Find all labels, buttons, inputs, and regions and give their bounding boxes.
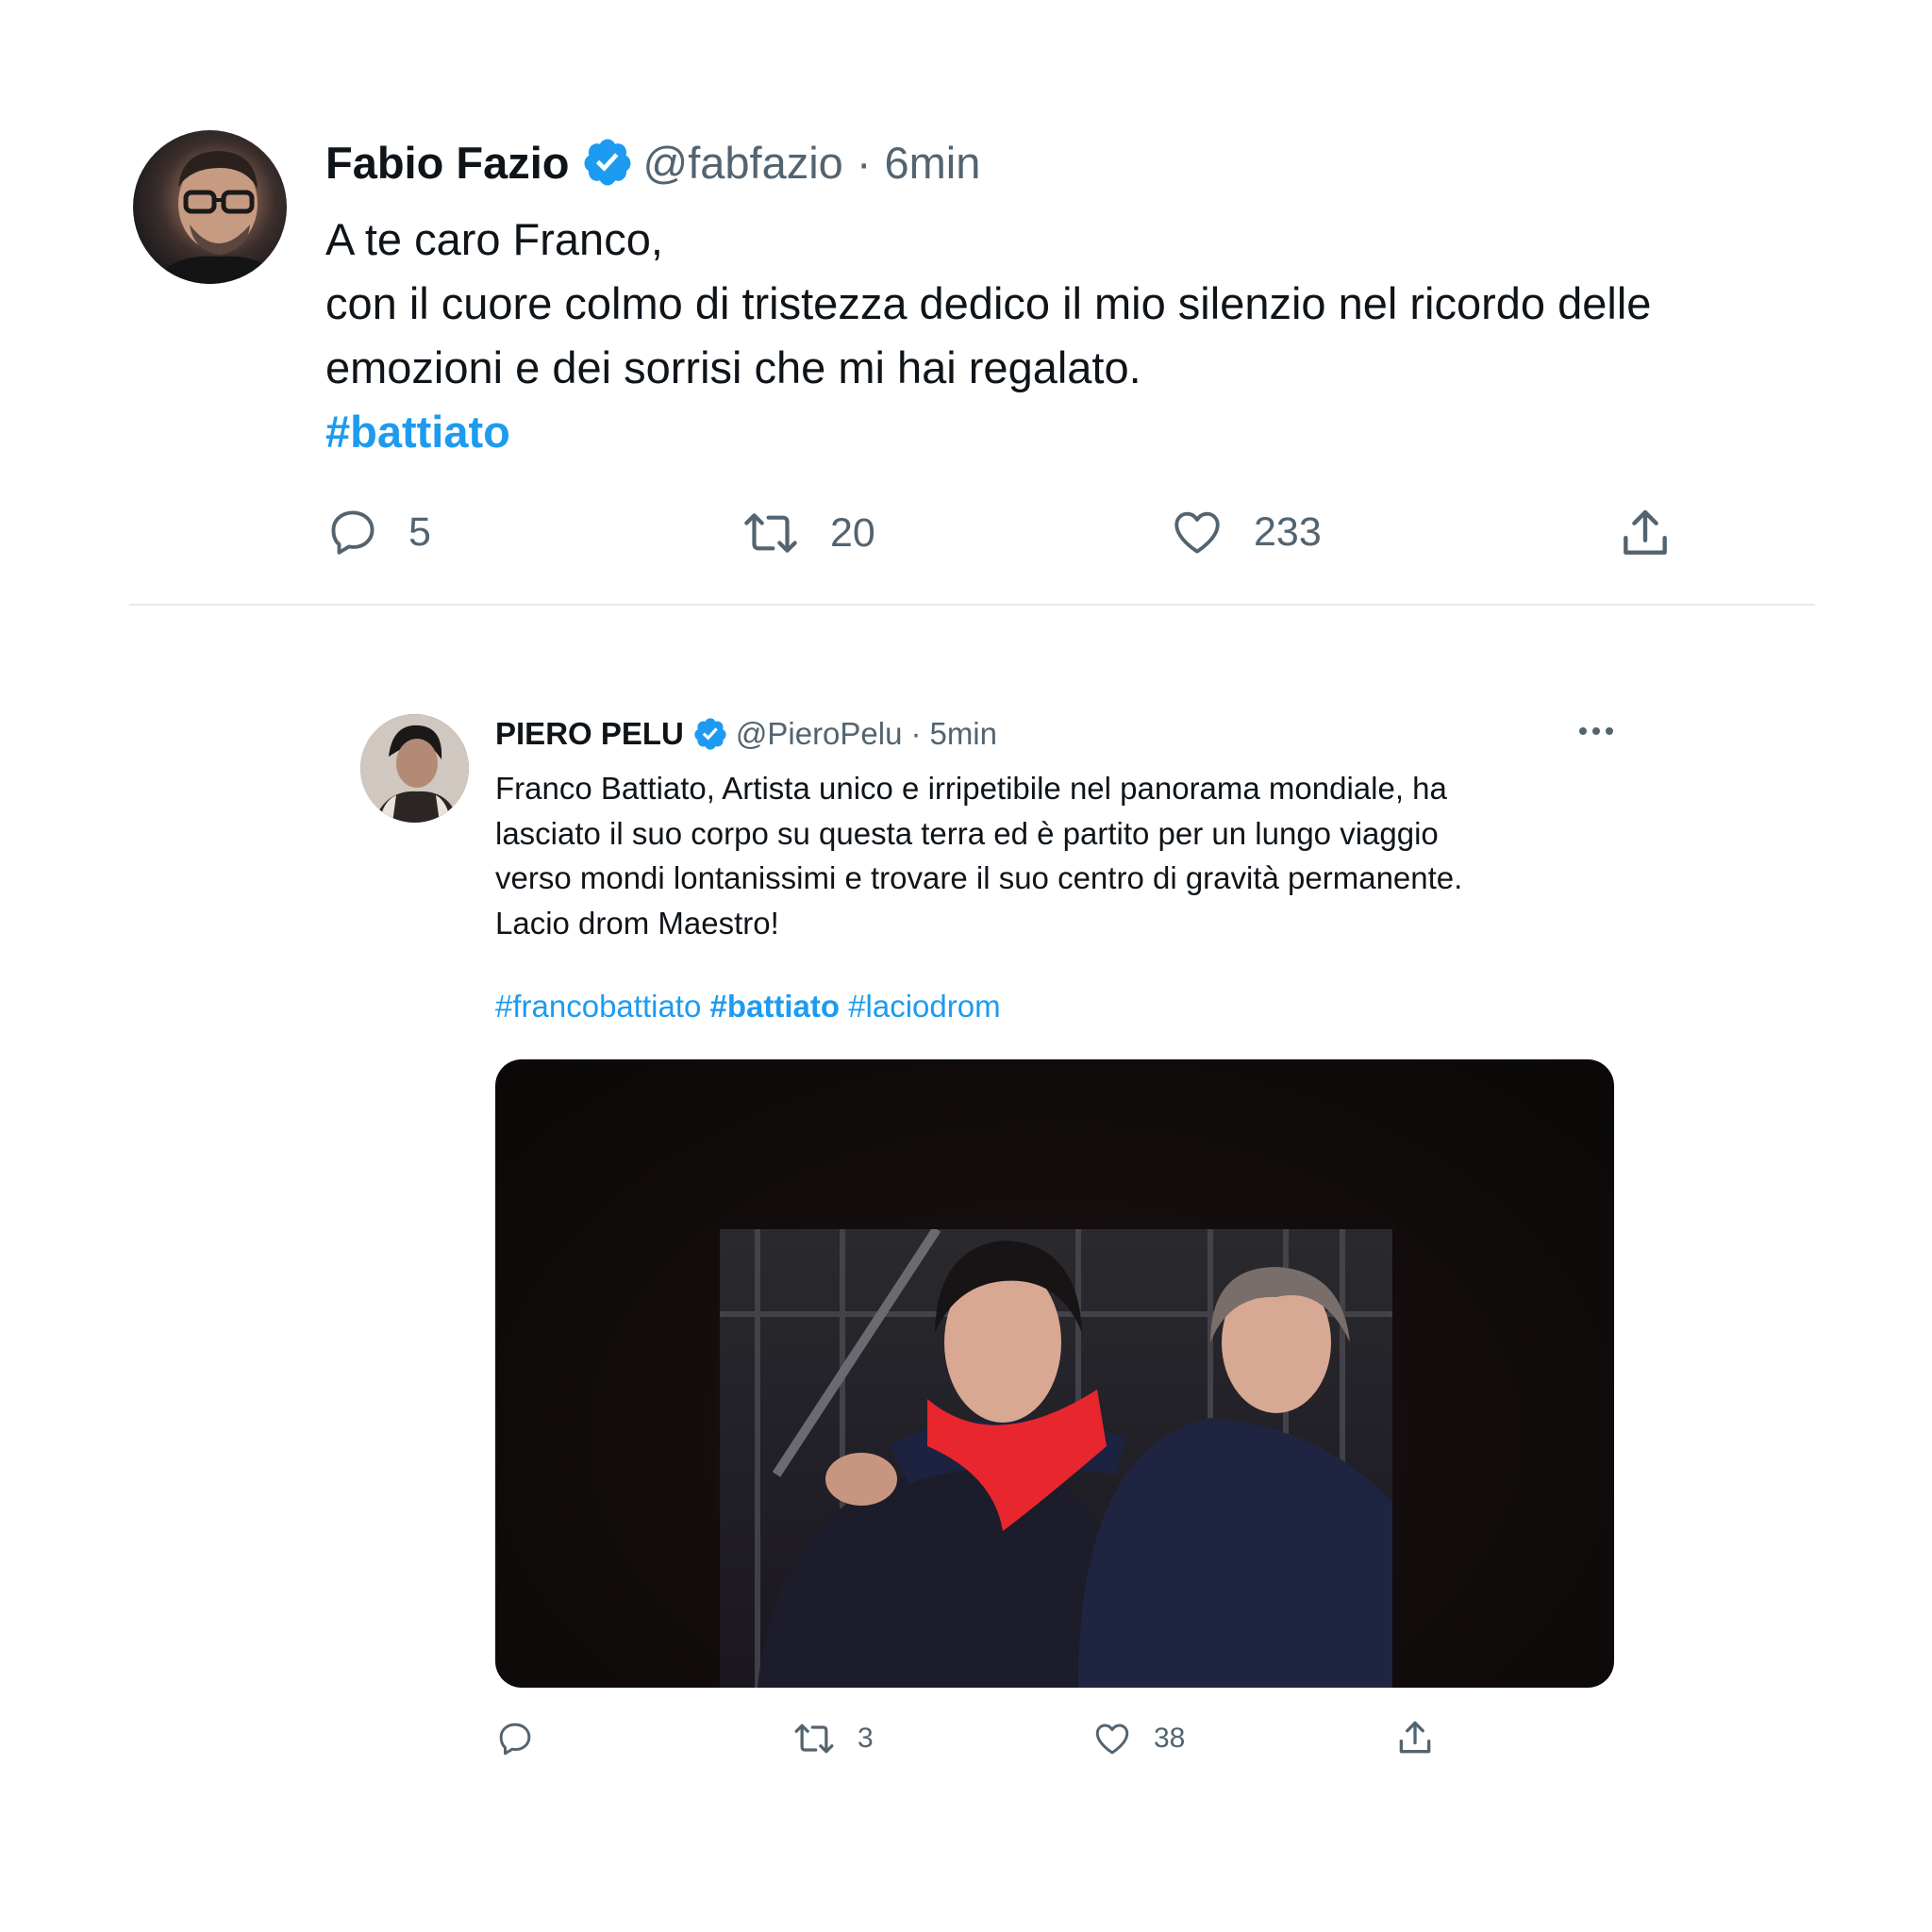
hashtag-link[interactable]: #laciodrom bbox=[848, 989, 1000, 1024]
piero-pelu-avatar[interactable] bbox=[360, 714, 469, 823]
fabio-fazio-avatar[interactable] bbox=[133, 130, 287, 284]
reply-button[interactable]: 5 bbox=[325, 505, 431, 559]
tweet-1-header: Fabio Fazio @fabfazio · 6min bbox=[325, 132, 980, 192]
retweet-button[interactable]: 20 bbox=[740, 507, 875, 559]
tweet-text-line: A te caro Franco, bbox=[325, 214, 663, 264]
hashtag-link[interactable]: #francobattiato bbox=[495, 989, 701, 1024]
tweet-text-line: Lacio drom Maestro! bbox=[495, 905, 779, 941]
like-button[interactable]: 233 bbox=[1169, 505, 1322, 559]
share-button[interactable] bbox=[1394, 1717, 1436, 1758]
like-count: 38 bbox=[1154, 1723, 1186, 1754]
author-handle[interactable]: @fabfazio bbox=[643, 137, 843, 189]
tweet-media-image[interactable] bbox=[495, 1059, 1614, 1688]
share-icon bbox=[1394, 1717, 1436, 1758]
retweet-count: 3 bbox=[858, 1723, 874, 1754]
hashtag-link[interactable]: #battiato bbox=[325, 400, 1835, 464]
hashtag-link[interactable]: #battiato bbox=[710, 989, 841, 1024]
tweet-2-header: PIERO PELU @PieroPelu · 5min bbox=[495, 713, 997, 755]
verified-badge-icon bbox=[692, 716, 728, 752]
tweet-timestamp[interactable]: 5min bbox=[929, 716, 997, 752]
retweet-button[interactable]: 3 bbox=[791, 1719, 874, 1758]
reply-icon bbox=[325, 505, 380, 559]
tweet-1-text: A te caro Franco, con il cuore colmo di … bbox=[325, 208, 1835, 464]
avatar-photo bbox=[152, 151, 284, 284]
author-name[interactable]: PIERO PELU bbox=[495, 716, 684, 752]
tweet-timestamp[interactable]: 6min bbox=[884, 137, 980, 189]
tweet-text-line: con il cuore colmo di tristezza dedico i… bbox=[325, 278, 1652, 328]
avatar-photo bbox=[360, 714, 469, 823]
author-name[interactable]: Fabio Fazio bbox=[325, 137, 570, 189]
tweet-2-text: Franco Battiato, Artista unico e irripet… bbox=[495, 766, 1627, 945]
share-button[interactable] bbox=[1616, 504, 1674, 562]
heart-icon bbox=[1091, 1719, 1133, 1758]
like-count: 233 bbox=[1254, 508, 1322, 555]
tweet-text-line: Franco Battiato, Artista unico e irripet… bbox=[495, 771, 1447, 806]
tweet-text-line: emozioni e dei sorrisi che mi hai regala… bbox=[325, 342, 1141, 392]
tweet-divider bbox=[129, 604, 1815, 606]
retweet-icon bbox=[740, 507, 802, 559]
retweet-count: 20 bbox=[830, 509, 875, 556]
tweet-text-line: lasciato il suo corpo su questa terra ed… bbox=[495, 815, 1439, 851]
verified-badge-icon bbox=[581, 136, 634, 189]
retweet-icon bbox=[791, 1719, 837, 1758]
more-options-icon[interactable] bbox=[1577, 724, 1615, 741]
reply-button[interactable] bbox=[495, 1719, 535, 1758]
separator-dot: · bbox=[910, 716, 922, 751]
reply-icon bbox=[495, 1719, 535, 1758]
author-handle[interactable]: @PieroPelu bbox=[736, 716, 903, 752]
photo-content bbox=[720, 1229, 1392, 1688]
tweet-text-line: verso mondi lontanissimi e trovare il su… bbox=[495, 860, 1463, 895]
reply-count: 5 bbox=[408, 508, 431, 555]
like-button[interactable]: 38 bbox=[1091, 1719, 1185, 1758]
heart-icon bbox=[1169, 505, 1225, 559]
separator-dot: · bbox=[856, 137, 872, 188]
share-icon bbox=[1616, 504, 1674, 562]
tweet-2-hashtags: #francobattiato #battiato #laciodrom bbox=[495, 989, 1001, 1024]
